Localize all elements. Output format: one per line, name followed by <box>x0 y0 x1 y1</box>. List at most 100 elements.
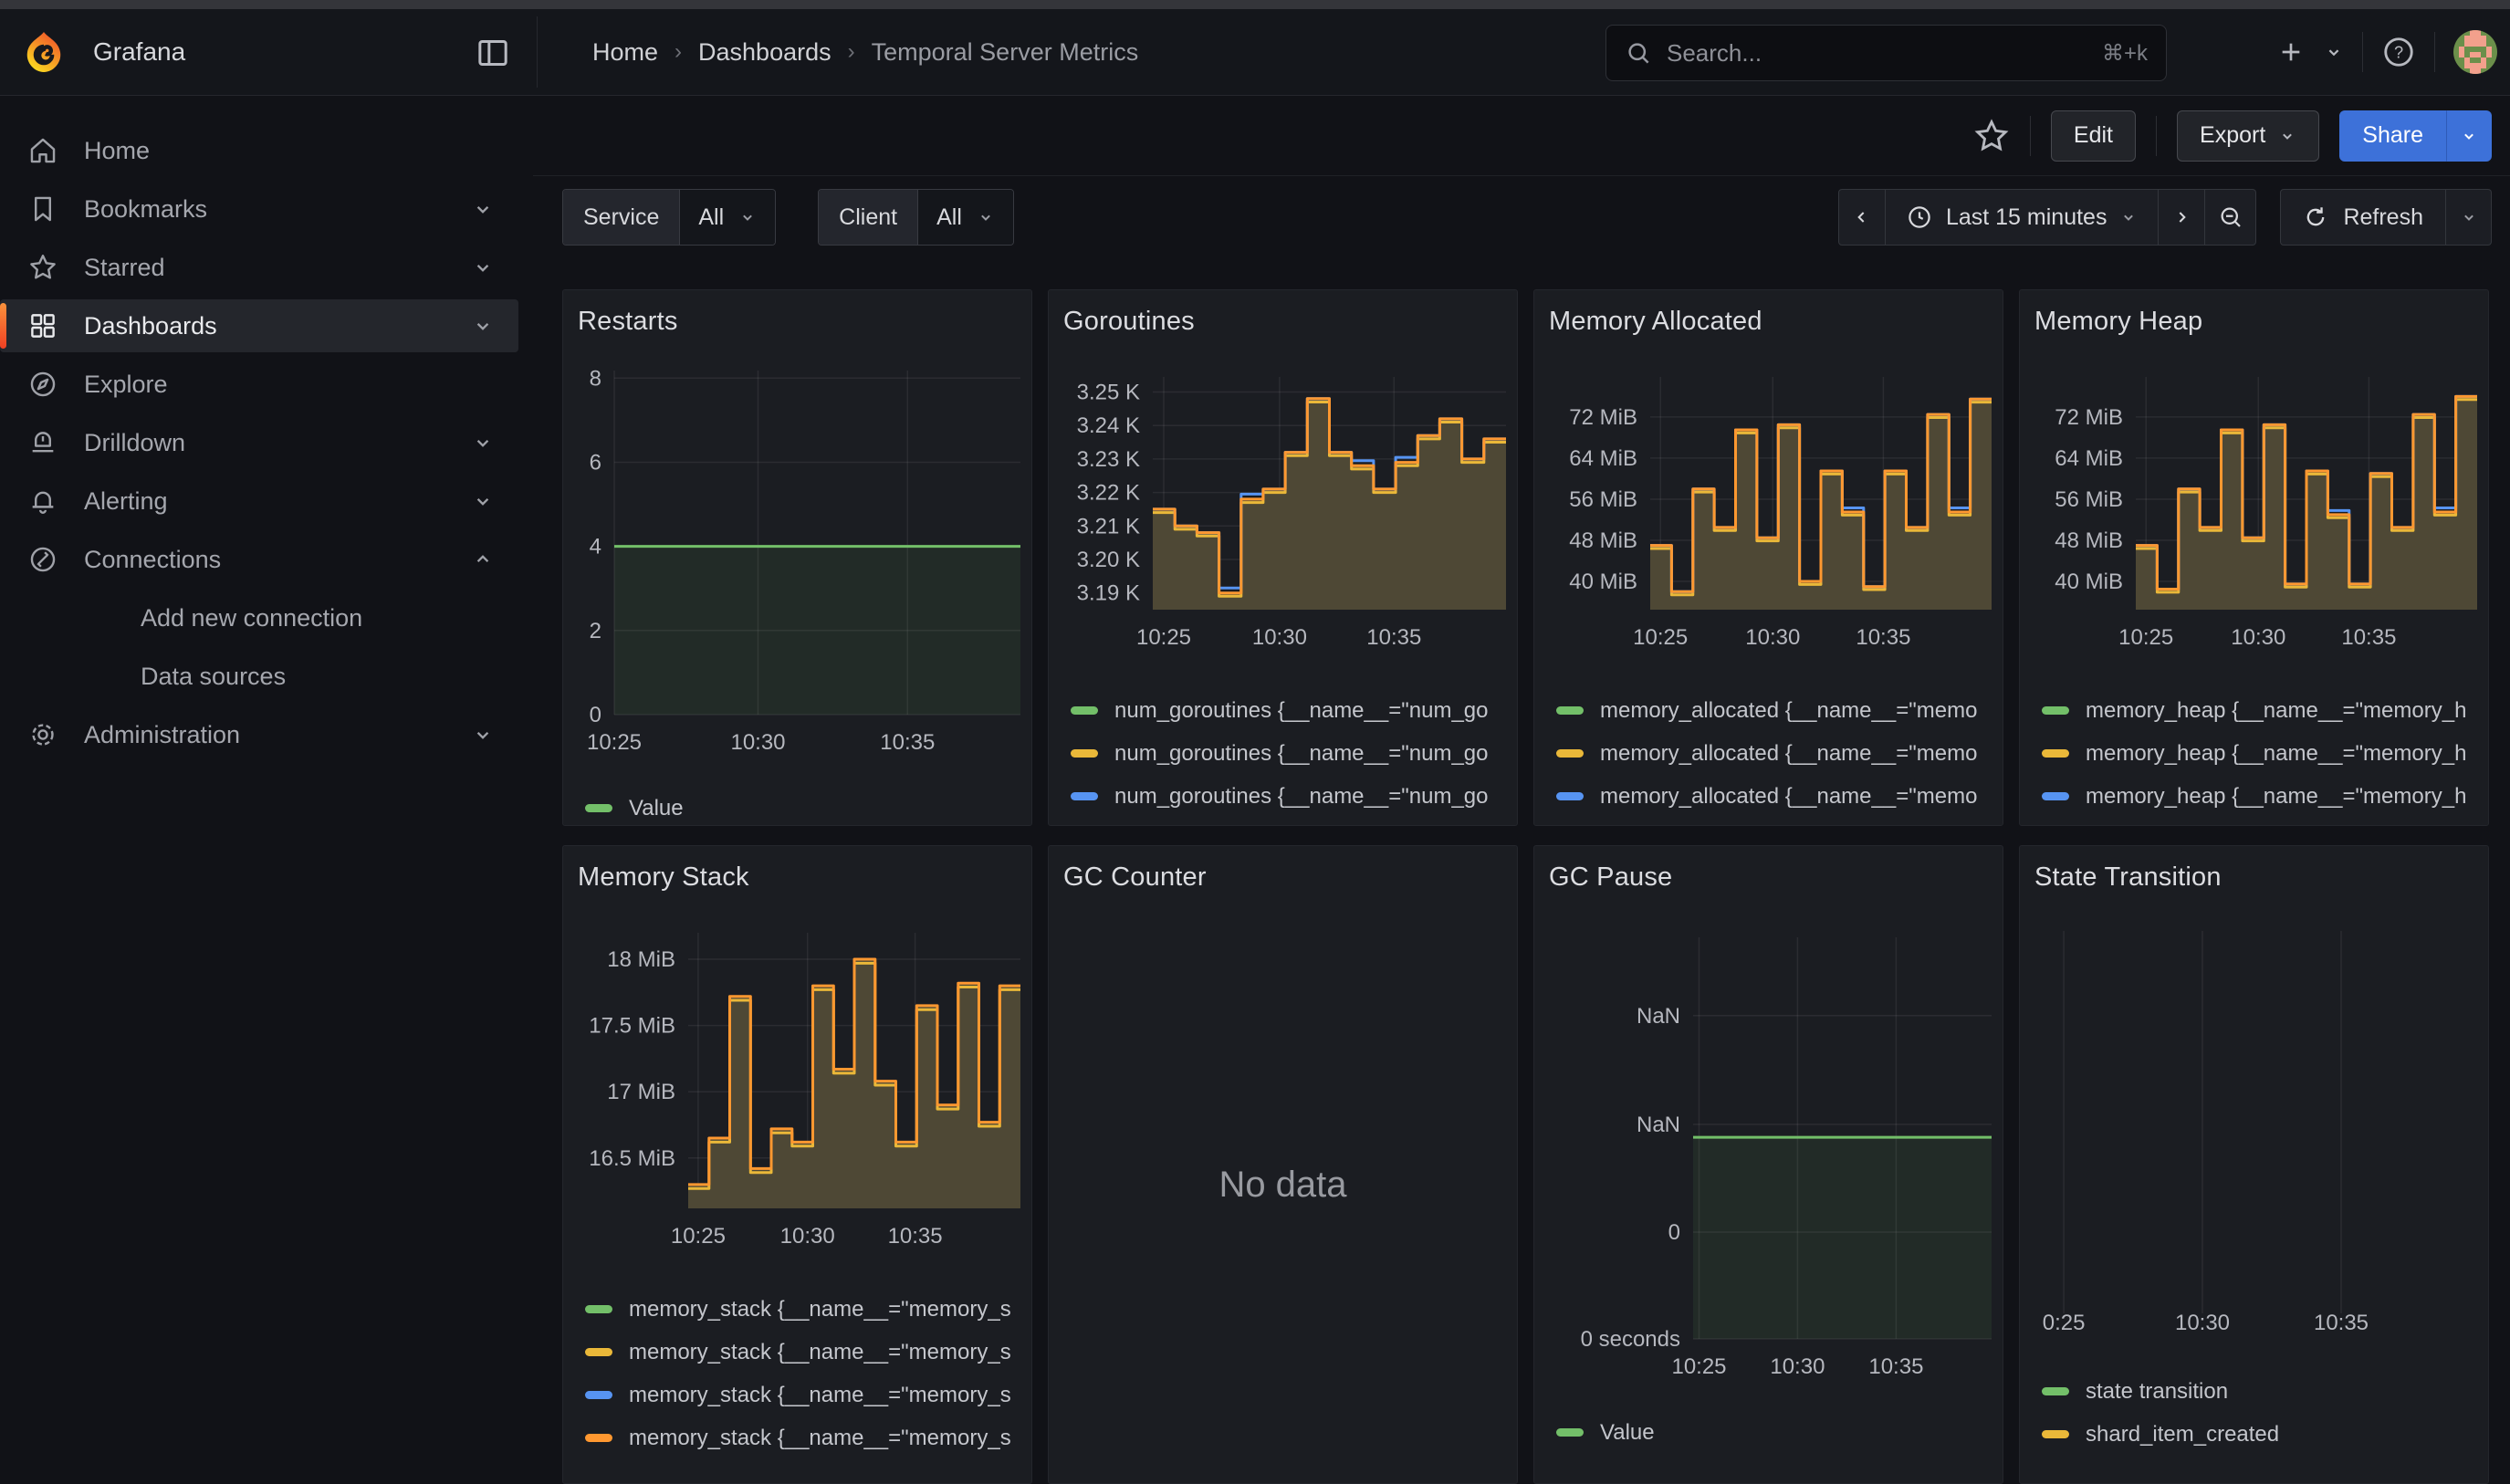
svg-text:3.22 K: 3.22 K <box>1077 481 1140 506</box>
legend-label[interactable]: num_goroutines {__name__="num_go <box>1114 698 1489 724</box>
legend-label[interactable]: Value <box>629 796 684 821</box>
refresh-interval-button[interactable] <box>2446 189 2492 246</box>
legend-item: memory_allocated {__name__="memo <box>1556 818 1993 826</box>
panel-title[interactable]: Restarts <box>563 290 1031 337</box>
svg-text:64 MiB: 64 MiB <box>2055 446 2123 471</box>
legend-label[interactable]: memory_stack {__name__="memory_s <box>629 1340 1011 1365</box>
chart-plot[interactable]: 16.5 MiB17 MiB17.5 MiB18 MiB10:2510:3010… <box>576 933 1020 1263</box>
svg-text:10:25: 10:25 <box>1136 625 1191 650</box>
sidebar-item-starred[interactable]: Starred <box>0 241 518 294</box>
legend-label[interactable]: memory_heap {__name__="memory_h <box>2086 741 2466 767</box>
sidebar-item-drilldown[interactable]: Drilldown <box>0 416 518 469</box>
edit-button[interactable]: Edit <box>2051 110 2136 162</box>
star-icon[interactable] <box>1973 118 2010 154</box>
sidebar-item-data-sources[interactable]: Data sources <box>0 650 518 703</box>
time-range-picker[interactable]: Last 15 minutes <box>1886 189 2159 246</box>
svg-text:18 MiB: 18 MiB <box>607 947 675 972</box>
legend-swatch <box>1071 792 1098 800</box>
legend-label[interactable]: memory_allocated {__name__="memo <box>1600 698 1977 724</box>
panel-title[interactable]: Goroutines <box>1049 290 1517 337</box>
sidebar-item-add-new-connection[interactable]: Add new connection <box>0 591 518 644</box>
chart-plot[interactable]: 0246810:2510:3010:35 <box>576 371 1020 769</box>
chart-plot[interactable]: 0:2510:3010:35 <box>2033 931 2477 1368</box>
grafana-logo-icon[interactable] <box>22 30 66 74</box>
legend-label[interactable]: memory_allocated {__name__="memo <box>1600 784 1977 810</box>
legend-label[interactable]: memory_allocated {__name__="memo <box>1600 741 1977 767</box>
breadcrumb-separator: › <box>848 39 855 65</box>
chevron-down-icon[interactable] <box>471 256 495 279</box>
panel-title[interactable]: GC Pause <box>1534 846 2003 893</box>
sidebar-item-explore[interactable]: Explore <box>0 358 518 411</box>
search-input[interactable]: Search... ⌘+k <box>1605 25 2167 81</box>
chevron-up-icon[interactable] <box>471 548 495 571</box>
chevron-down-icon[interactable] <box>471 314 495 338</box>
time-forward-button[interactable] <box>2158 189 2205 246</box>
chevron-down-icon[interactable] <box>471 197 495 221</box>
legend-label[interactable]: state transition <box>2086 1379 2228 1405</box>
panel-title[interactable]: State Transition <box>2020 846 2488 893</box>
client-filter-value[interactable]: All <box>918 190 1013 245</box>
add-icon[interactable] <box>2276 37 2306 67</box>
legend-item: num_goroutines {__name__="num_go <box>1071 818 1508 826</box>
share-menu-button[interactable] <box>2446 110 2492 162</box>
legend-label[interactable]: memory_stack {__name__="memory_s <box>629 1297 1011 1322</box>
service-filter-value[interactable]: All <box>680 190 775 245</box>
grid-icon <box>27 310 58 341</box>
panel-legend: Value <box>585 787 1022 826</box>
refresh-button[interactable]: Refresh <box>2280 189 2446 246</box>
legend-swatch <box>1071 749 1098 758</box>
breadcrumb-home[interactable]: Home <box>592 38 658 67</box>
sidebar-item-alerting[interactable]: Alerting <box>0 475 518 528</box>
export-button[interactable]: Export <box>2177 110 2319 162</box>
chart-plot[interactable]: 40 MiB48 MiB56 MiB64 MiB72 MiB10:2510:30… <box>1547 377 1992 664</box>
legend-label[interactable]: memory_stack {__name__="memory_s <box>629 1383 1011 1408</box>
help-icon[interactable]: ? <box>2381 35 2416 69</box>
sidebar-item-connections[interactable]: Connections <box>0 533 518 586</box>
legend-label[interactable]: num_goroutines {__name__="num_go <box>1114 784 1489 810</box>
sidebar-item-home[interactable]: Home <box>0 124 518 177</box>
svg-text:40 MiB: 40 MiB <box>2055 570 2123 594</box>
share-button[interactable]: Share <box>2339 110 2446 162</box>
svg-text:3.21 K: 3.21 K <box>1077 514 1140 538</box>
svg-text:10:30: 10:30 <box>1252 625 1307 650</box>
legend-label[interactable]: num_goroutines {__name__="num_go <box>1114 741 1489 767</box>
svg-text:16.5 MiB: 16.5 MiB <box>589 1146 675 1171</box>
zoom-out-button[interactable] <box>2205 189 2256 246</box>
chart-plot[interactable]: 40 MiB48 MiB56 MiB64 MiB72 MiB10:2510:30… <box>2033 377 2477 664</box>
svg-text:10:30: 10:30 <box>1770 1354 1825 1379</box>
sidebar-item-bookmarks[interactable]: Bookmarks <box>0 183 518 235</box>
chevron-down-icon <box>2460 208 2478 226</box>
legend-label[interactable]: Value <box>1600 1420 1655 1446</box>
chevron-down-icon[interactable] <box>471 489 495 513</box>
legend-label[interactable]: memory_stack {__name__="memory_s <box>629 1426 1011 1451</box>
legend-item: Value <box>1556 1411 1993 1454</box>
legend-label[interactable]: memory_heap {__name__="memory_h <box>2086 698 2466 724</box>
svg-text:17 MiB: 17 MiB <box>607 1080 675 1104</box>
compass-icon <box>27 369 58 400</box>
panel-title[interactable]: Memory Allocated <box>1534 290 2003 337</box>
panel-title[interactable]: Memory Heap <box>2020 290 2488 337</box>
sidebar-item-dashboards[interactable]: Dashboards <box>0 299 518 352</box>
chevron-down-icon[interactable] <box>471 431 495 455</box>
sidebar-item-administration[interactable]: Administration <box>0 708 518 761</box>
legend-label[interactable]: memory_heap {__name__="memory_h <box>2086 784 2466 810</box>
breadcrumb-dashboards[interactable]: Dashboards <box>698 38 831 67</box>
legend-label[interactable]: shard_item_created <box>2086 1422 2279 1447</box>
svg-text:10:25: 10:25 <box>1633 625 1688 650</box>
brand-name[interactable]: Grafana <box>93 37 185 67</box>
divider <box>2156 116 2157 156</box>
sidebar-toggle-icon[interactable] <box>475 35 511 71</box>
chart-plot[interactable]: NaNNaN00 seconds10:2510:3010:35 <box>1547 937 1992 1394</box>
time-back-button[interactable] <box>1838 189 1886 246</box>
svg-text:10:35: 10:35 <box>1856 625 1910 650</box>
chevron-down-icon[interactable] <box>2324 42 2344 62</box>
panel-title[interactable]: GC Counter <box>1049 846 1517 893</box>
avatar[interactable] <box>2453 30 2497 74</box>
svg-text:0 seconds: 0 seconds <box>1581 1327 1680 1352</box>
variable-filters: Service All Client All <box>562 189 1014 246</box>
sidebar-item-label: Explore <box>84 371 518 399</box>
chevron-down-icon[interactable] <box>471 723 495 747</box>
svg-text:48 MiB: 48 MiB <box>2055 528 2123 553</box>
panel-title[interactable]: Memory Stack <box>563 846 1031 893</box>
chart-plot[interactable]: 3.19 K3.20 K3.21 K3.22 K3.23 K3.24 K3.25… <box>1062 377 1506 664</box>
